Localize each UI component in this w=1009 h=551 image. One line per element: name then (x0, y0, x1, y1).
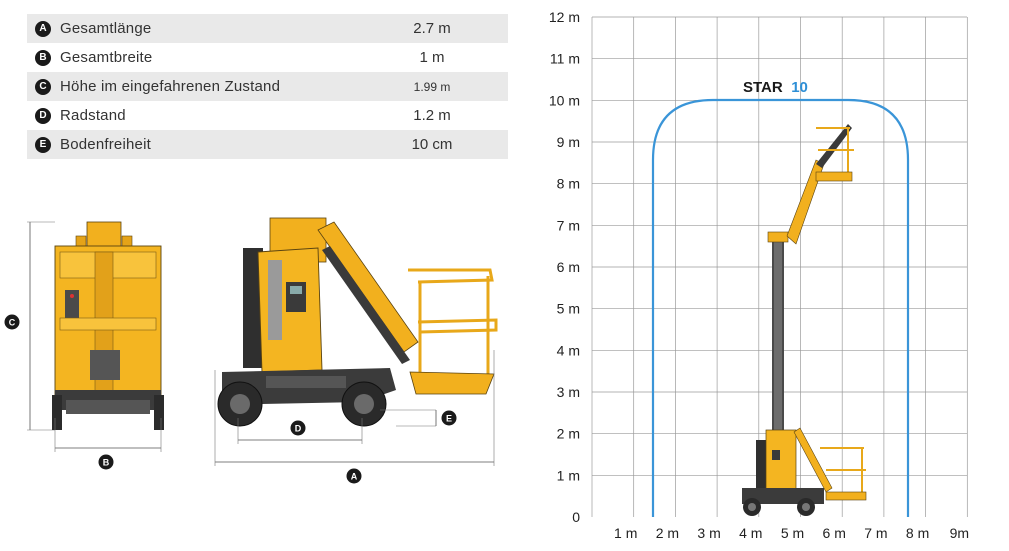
spec-row-clearance: E Bodenfreiheit 10 cm (27, 130, 508, 159)
dimension-e-letter: E (446, 414, 452, 424)
spec-value: 2.7 m (413, 20, 451, 37)
y-tick-label: 4 m (557, 342, 580, 358)
spec-row-width: B Gesamtbreite 1 m (27, 43, 508, 72)
spec-table: A Gesamtlänge 2.7 m B Gesamtbreite 1 m C… (27, 14, 508, 159)
x-tick-label: 7 m (864, 525, 887, 541)
working-range-chart: 0 1 m 2 m 3 m 4 m 5 m 6 m 7 m 8 m 9 m 10 m 11 m 12 m… (549, 9, 969, 541)
dimension-c-marker: C (4, 314, 20, 330)
dimension-d-letter: D (295, 424, 302, 434)
y-tick-label: 2 m (557, 426, 580, 442)
x-tick-label: 1 m (614, 525, 637, 541)
spec-value: 1.99 m (413, 79, 451, 94)
technical-drawings: C B D E A (4, 217, 498, 484)
spec-row-wheelbase: D Radstand 1.2 m (27, 101, 508, 130)
badge-c: C (35, 78, 51, 95)
dimension-a-marker: A (346, 468, 362, 484)
dimension-b-letter: B (103, 458, 110, 468)
x-axis-labels: 1 m 2 m 3 m 4 m 5 m 6 m 7 m 8 m 9m (614, 525, 969, 541)
x-tick-label: 4 m (739, 525, 762, 541)
y-tick-label: 1 m (557, 467, 580, 483)
y-tick-label: 3 m (557, 384, 580, 400)
front-view-lift (27, 221, 164, 452)
y-tick-label: 5 m (557, 301, 580, 317)
badge-e: E (35, 136, 51, 153)
dimension-d-marker: D (290, 420, 306, 436)
y-tick-label: 9 m (557, 134, 580, 150)
y-tick-label: 7 m (557, 217, 580, 233)
badge-d: D (35, 107, 51, 124)
brand-label: STAR 10 (743, 79, 808, 96)
dimension-c-letter: C (9, 318, 16, 328)
brand-name: STAR (743, 79, 783, 96)
y-axis-labels: 0 1 m 2 m 3 m 4 m 5 m 6 m 7 m 8 m 9 m 10 m 11 m 12 m (549, 9, 580, 525)
y-tick-label: 0 (572, 509, 580, 525)
x-tick-label: 2 m (656, 525, 679, 541)
y-tick-label: 6 m (557, 259, 580, 275)
y-tick-label: 8 m (557, 176, 580, 192)
badge-a: A (35, 20, 51, 37)
elevated-lift-illustration (742, 124, 867, 516)
spec-value: 1.2 m (413, 107, 451, 124)
x-tick-label: 9m (950, 525, 969, 541)
spec-row-length: A Gesamtlänge 2.7 m (27, 14, 508, 43)
brand-number: 10 (791, 79, 808, 96)
x-tick-label: 5 m (781, 525, 804, 541)
side-view-lift (214, 217, 498, 466)
spec-row-height: C Höhe im eingefahrenen Zustand 1.99 m (27, 72, 508, 101)
spec-value: 10 cm (411, 136, 453, 153)
x-tick-label: 8 m (906, 525, 929, 541)
dimension-a-letter: A (351, 472, 358, 482)
y-tick-label: 12 m (549, 9, 580, 25)
spec-value: 1 m (419, 49, 445, 66)
badge-b: B (35, 49, 51, 66)
y-tick-label: 11 m (550, 51, 580, 67)
dimension-e-marker: E (441, 410, 457, 426)
y-tick-label: 10 m (549, 92, 580, 108)
dimension-b-marker: B (98, 454, 114, 470)
x-tick-label: 3 m (697, 525, 720, 541)
x-tick-label: 6 m (823, 525, 846, 541)
